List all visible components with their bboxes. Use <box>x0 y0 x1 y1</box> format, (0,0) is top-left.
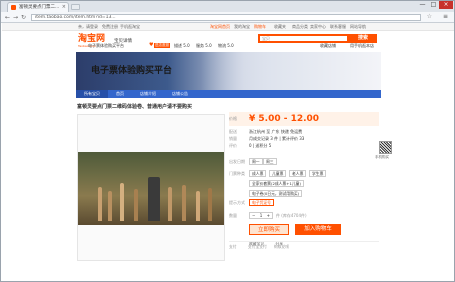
title-bar: 富顿灵要点门票二... × — □ × <box>1 1 454 12</box>
shipping-value: 浙江杭州 至 广东 快递 免运费 <box>249 129 303 134</box>
ticket-type-label: 门票种类 <box>229 171 245 176</box>
quantity-value[interactable]: 1 <box>257 213 264 218</box>
price-value: ¥ 5.00 - 12.00 <box>249 114 320 124</box>
mobile-link[interactable]: 手机逛淘宝 <box>120 23 140 31</box>
taobao-favicon-icon <box>11 5 16 10</box>
nav-tab-notice[interactable]: 店铺公告 <box>164 90 196 98</box>
back-arrow-icon[interactable]: ← <box>5 14 10 21</box>
figure <box>168 187 172 221</box>
ticket-option[interactable]: 电子卷(0日元，测试用购买) <box>249 190 303 197</box>
figure <box>134 189 138 221</box>
nav-tab-home[interactable]: 首页 <box>108 90 132 98</box>
window-controls: — □ × <box>417 1 453 9</box>
price-label: 价格 <box>229 116 237 121</box>
figure <box>98 187 102 221</box>
register-link[interactable]: 免费注册 <box>102 23 118 31</box>
seller-center-link[interactable]: 卖家中心 <box>310 23 326 31</box>
divider <box>229 241 379 242</box>
payment-row: 支付 支付宝支付 蚂蚁花呗 <box>229 244 289 250</box>
payment-alipay: 支付宝支付 <box>247 244 267 249</box>
product-image-box <box>77 114 225 261</box>
banner-title: 电子票体验购买平台 <box>91 66 173 76</box>
figure <box>196 191 200 221</box>
login-link[interactable]: 亲，请登录 <box>78 23 98 31</box>
product-info: 价格 ¥ 5.00 - 12.00 配送 浙江杭州 至 广东 快递 免运费 销量… <box>229 112 379 274</box>
address-bar-row: ← → ↻ item.taobao.com/item.htm?id=13... … <box>1 12 454 23</box>
banner-decoration <box>201 52 381 90</box>
browser-menu-icon[interactable]: ≡ <box>443 13 448 20</box>
bookmark-star-icon[interactable]: ☆ <box>427 13 432 20</box>
ticket-option[interactable]: 学生票 <box>309 170 327 177</box>
date-option[interactable]: 周三 <box>263 158 277 165</box>
figure <box>182 185 186 221</box>
buy-now-button[interactable]: 立即购买 <box>249 224 289 235</box>
reviews-value: 0 | 送积分 5 <box>249 143 272 148</box>
shop-banner: 电子票体验购买平台 <box>76 52 381 90</box>
payment-huabei: 蚂蚁花呗 <box>274 244 290 249</box>
delivery-option[interactable]: 电子凭证号 <box>249 199 274 206</box>
shop-name-link[interactable]: 电子票体验购买平台 <box>88 43 124 49</box>
reload-icon[interactable]: ↻ <box>21 14 26 21</box>
close-window-button[interactable]: × <box>439 1 453 9</box>
plus-icon[interactable]: + <box>265 213 272 218</box>
rating-logistics: 物流 5.0 <box>218 43 234 48</box>
product-photo[interactable] <box>78 152 224 225</box>
delivery-label: 提示方式 <box>229 200 245 205</box>
maximize-button[interactable]: □ <box>428 1 439 9</box>
nav-tab-intro[interactable]: 店铺介绍 <box>132 90 164 98</box>
quantity-stepper[interactable]: − 1 + <box>249 212 273 219</box>
rating-service: 服务 5.0 <box>196 43 212 48</box>
favorite-shop-link[interactable]: 收藏店铺 <box>320 43 336 49</box>
shop-info-line: 电子票体验购买平台 ♥ 进店逛逛 描述 5.0 服务 5.0 物流 5.0 收藏… <box>2 41 454 51</box>
mobile-shop-link[interactable]: 用手机逛本店 <box>350 43 374 49</box>
cart-link[interactable]: 购物车 <box>254 23 266 31</box>
rating-desc: 描述 5.0 <box>174 43 190 48</box>
site-map-link[interactable]: 网站导航 <box>350 23 366 31</box>
ticket-option[interactable]: 儿童票 <box>269 170 287 177</box>
figure <box>208 188 212 221</box>
figure <box>148 177 160 221</box>
ticket-option[interactable]: 老人票 <box>289 170 307 177</box>
new-tab-button[interactable] <box>71 4 80 10</box>
home-link[interactable]: 淘宝网首页 <box>210 23 230 31</box>
shop-nav-bar: 所有宝贝 首页 店铺介绍 店铺公告 <box>76 90 381 98</box>
stock-text: 件 (库存4704件) <box>276 213 307 218</box>
shipping-label: 配送 <box>229 129 237 134</box>
qr-code <box>379 141 392 154</box>
sales-label: 销量 <box>229 136 237 141</box>
quantity-label: 数量 <box>229 213 237 218</box>
site-top-nav: 亲，请登录 免费注册 手机逛淘宝 淘宝网首页 我的淘宝 购物车 收藏夹 商品分类… <box>2 23 454 31</box>
date-label: 出发日期 <box>229 159 245 164</box>
contact-link[interactable]: 联系客服 <box>330 23 346 31</box>
tab-close-icon[interactable]: × <box>62 3 66 12</box>
reviews-label: 评价 <box>229 143 237 148</box>
qr-caption: 手机购买 <box>375 155 389 159</box>
minimize-button[interactable]: — <box>417 1 428 9</box>
forward-arrow-icon[interactable]: → <box>13 14 18 21</box>
date-option[interactable]: 周一 <box>249 158 263 165</box>
categories-link[interactable]: 商品分类 <box>292 23 308 31</box>
browser-window: 富顿灵要点门票二... × — □ × ← → ↻ item.taobao.co… <box>0 0 455 282</box>
sales-value: 月成交记录 3 件 | 累计评价 33 <box>249 136 305 141</box>
figure <box>120 183 124 221</box>
my-taobao-link[interactable]: 我的淘宝 <box>234 23 250 31</box>
minus-icon[interactable]: − <box>250 213 257 218</box>
heart-icon: ♥ <box>149 42 154 48</box>
add-to-cart-button[interactable]: 加入购物车 <box>295 224 341 235</box>
figure <box>108 191 112 221</box>
nav-tab-all[interactable]: 所有宝贝 <box>76 90 108 98</box>
url-field[interactable]: item.taobao.com/item.htm?id=13... <box>31 14 421 21</box>
product-title: 富顿灵要点门票二维码体验卷、普通用户请不要购买 <box>77 104 193 110</box>
ticket-option[interactable]: 成人票 <box>249 170 267 177</box>
favorites-link[interactable]: 收藏夹 <box>274 23 286 31</box>
payment-label: 支付 <box>229 244 237 249</box>
ticket-option[interactable]: 全家价套票(2成人票+1儿童) <box>249 180 304 187</box>
tab-title: 富顿灵要点门票二... <box>19 5 60 10</box>
browser-tab[interactable]: 富顿灵要点门票二... × <box>7 2 69 12</box>
enter-shop-badge[interactable]: 进店逛逛 <box>154 43 170 48</box>
